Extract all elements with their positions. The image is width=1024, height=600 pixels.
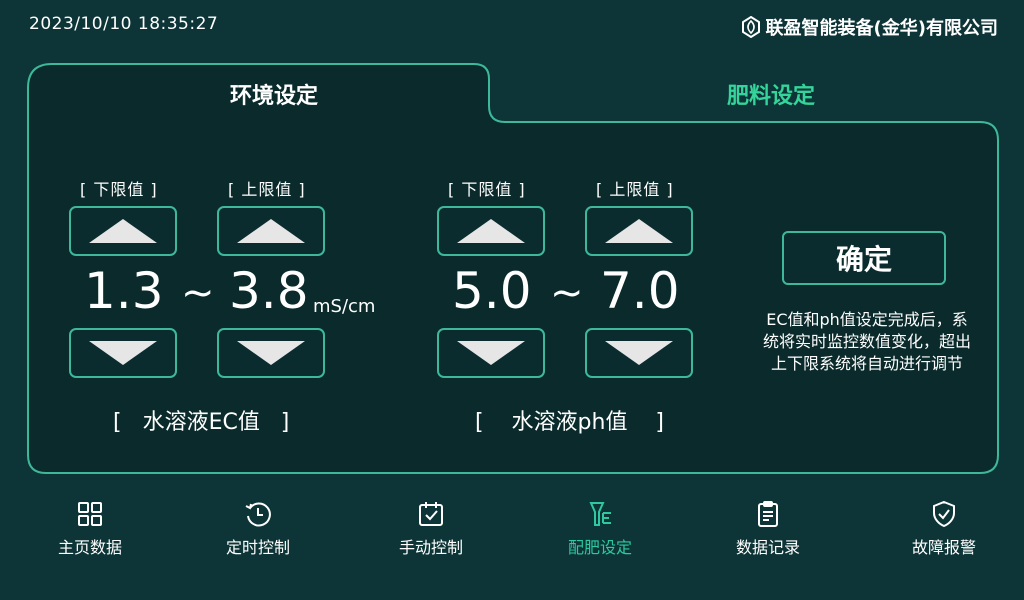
- ec-upper-decrease-button[interactable]: [217, 328, 325, 378]
- ph-lower-label: [ 下限值 ]: [448, 180, 526, 199]
- nav-item-manual-control[interactable]: 手动控制: [361, 500, 501, 558]
- ec-upper-label: [ 上限值 ]: [228, 180, 306, 199]
- tab-environment[interactable]: 环境设定: [230, 78, 318, 110]
- nav-item-label: 故障报警: [911, 538, 976, 557]
- ph-lower-value: 5.0: [452, 262, 532, 320]
- datetime: 2023/10/10 18:35:27: [29, 14, 219, 34]
- ec-upper-value: 3.8: [229, 262, 309, 320]
- ph-upper-label: [ 上限值 ]: [596, 180, 674, 199]
- ph-upper-value: 7.0: [600, 262, 680, 320]
- ph-group-label: [ 水溶液ph值 ]: [475, 410, 665, 435]
- arrow-up-icon: [605, 219, 673, 243]
- nav-item-home-data[interactable]: 主页数据: [20, 500, 160, 558]
- bottom-nav: 主页数据 定时控制 手动控制 配肥设定 数据记录 故障报警: [0, 500, 1024, 570]
- ph-lower-increase-button[interactable]: [437, 206, 545, 256]
- confirm-button[interactable]: 确定: [782, 231, 946, 285]
- hexagon-leaf-icon: [741, 16, 760, 38]
- nav-item-label: 手动控制: [398, 538, 463, 557]
- clipboard-icon: [758, 501, 778, 527]
- grid-icon: [78, 502, 102, 526]
- nav-item-data-records[interactable]: 数据记录: [698, 500, 838, 558]
- ec-range-separator: ~: [181, 270, 215, 316]
- arrow-down-icon: [457, 341, 525, 365]
- ec-lower-decrease-button[interactable]: [69, 328, 177, 378]
- arrow-down-icon: [605, 341, 673, 365]
- ec-unit: mS/cm: [313, 296, 376, 317]
- arrow-up-icon: [89, 219, 157, 243]
- brand-name: 联盈智能装备(金华)有限公司: [765, 18, 998, 39]
- ec-lower-label: [ 下限值 ]: [80, 180, 158, 199]
- ph-upper-increase-button[interactable]: [585, 206, 693, 256]
- ph-upper-decrease-button[interactable]: [585, 328, 693, 378]
- arrow-up-icon: [237, 219, 305, 243]
- arrow-down-icon: [89, 341, 157, 365]
- shield-check-icon: [933, 500, 955, 528]
- nav-item-label: 配肥设定: [567, 538, 632, 557]
- nav-item-timer-control[interactable]: 定时控制: [188, 500, 328, 558]
- ec-lower-value: 1.3: [84, 262, 164, 320]
- nav-item-fertilizer-settings[interactable]: 配肥设定: [530, 500, 670, 558]
- confirm-note: EC值和ph值设定完成后，系统将实时监控数值变化，超出上下限系统将自动进行调节: [762, 310, 971, 373]
- nav-item-fault-alarm[interactable]: 故障报警: [874, 500, 1014, 558]
- ph-lower-decrease-button[interactable]: [437, 328, 545, 378]
- arrow-down-icon: [237, 341, 305, 365]
- ec-upper-increase-button[interactable]: [217, 206, 325, 256]
- ec-lower-increase-button[interactable]: [69, 206, 177, 256]
- calendar-check-icon: [419, 502, 443, 526]
- tab-fertilizer[interactable]: 肥料设定: [727, 78, 815, 110]
- ph-range-separator: ~: [550, 270, 584, 316]
- fertilizer-icon: [589, 502, 611, 526]
- arrow-up-icon: [457, 219, 525, 243]
- clock-icon: [245, 502, 271, 527]
- nav-item-label: 数据记录: [735, 538, 800, 557]
- nav-item-label: 定时控制: [225, 538, 290, 557]
- nav-item-label: 主页数据: [57, 538, 122, 557]
- brand: 联盈智能装备(金华)有限公司: [741, 14, 998, 40]
- ec-group-label: [ 水溶液EC值 ]: [113, 410, 290, 435]
